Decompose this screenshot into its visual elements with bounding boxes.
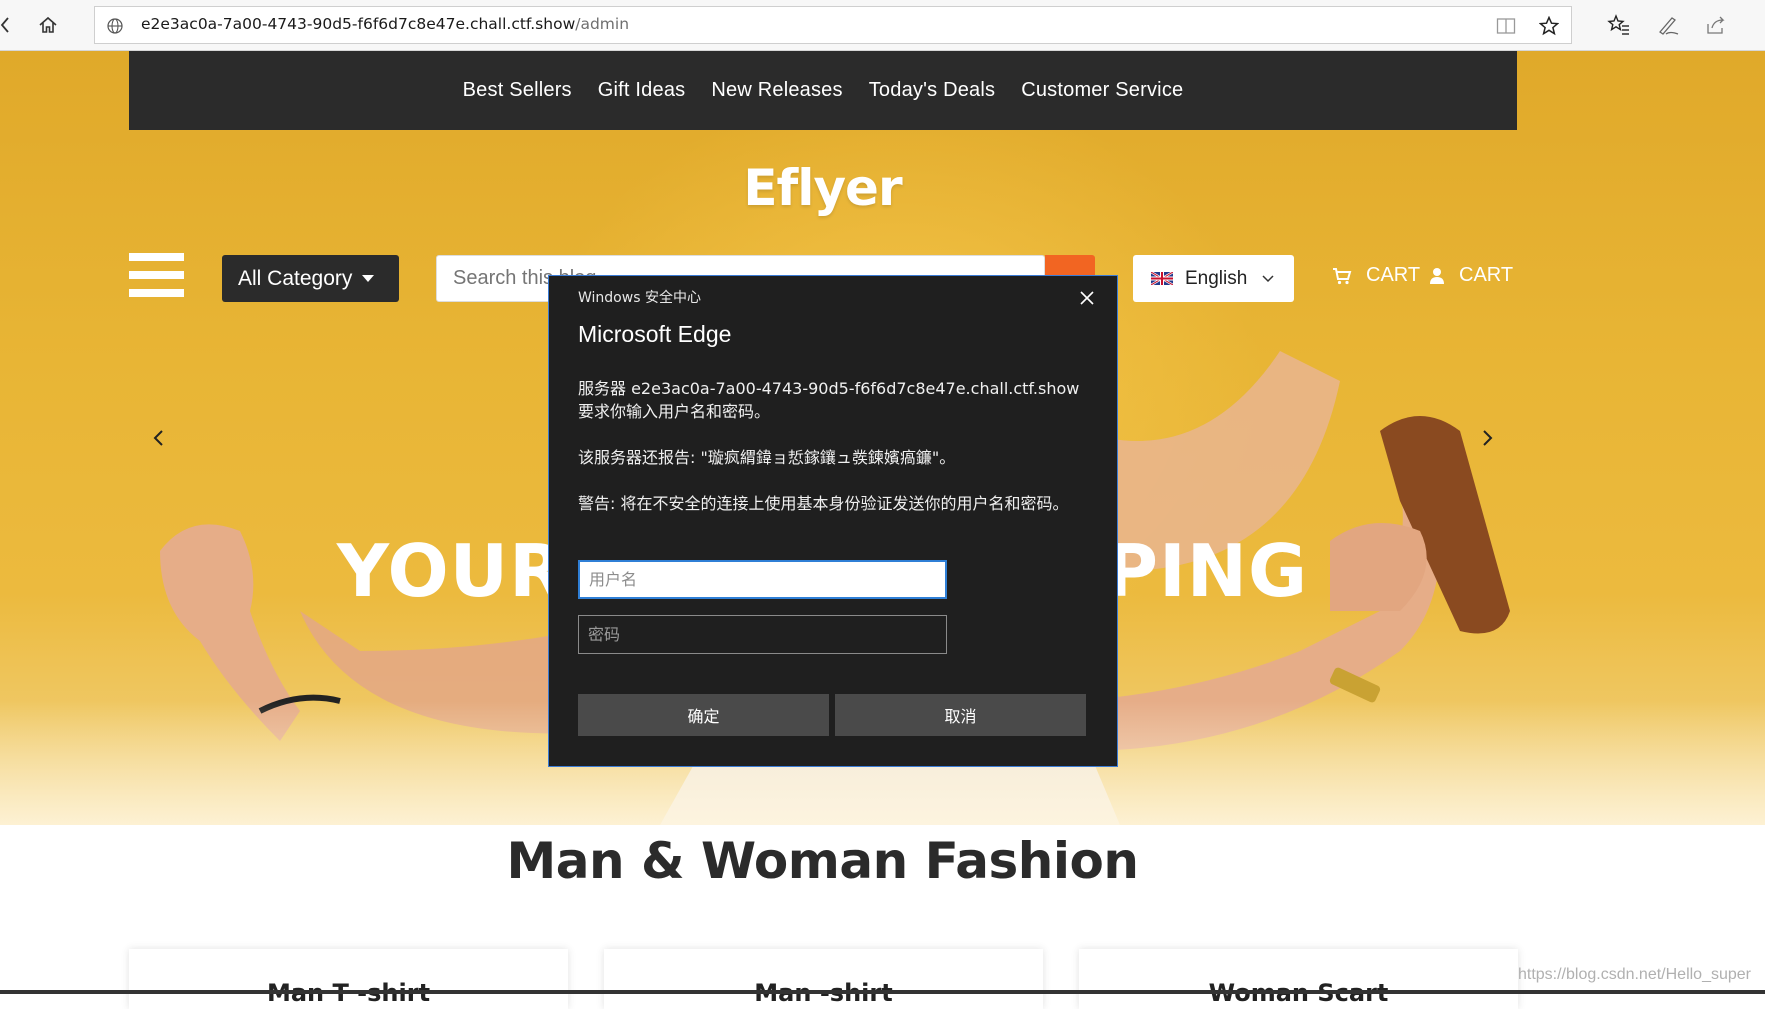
- pen-icon[interactable]: [1655, 12, 1681, 38]
- reading-view-icon[interactable]: [1495, 15, 1517, 37]
- back-icon[interactable]: [0, 13, 10, 37]
- browser-toolbar: e2e3ac0a-7a00-4743-90d5-f6f6d7c8e47e.cha…: [0, 0, 1765, 51]
- language-label: English: [1185, 267, 1248, 289]
- nav-new-releases[interactable]: New Releases: [711, 79, 842, 102]
- close-icon[interactable]: [1075, 286, 1099, 310]
- cart-link[interactable]: CART: [1332, 264, 1420, 287]
- carousel-next-icon[interactable]: [1478, 428, 1498, 448]
- auth-dialog: Windows 安全中心 Microsoft Edge 服务器 e2e3ac0a…: [548, 275, 1118, 767]
- bottom-divider: [0, 990, 1765, 994]
- dialog-app-name: Microsoft Edge: [578, 321, 732, 347]
- favorites-icon[interactable]: [1606, 12, 1632, 38]
- nav-customer-service[interactable]: Customer Service: [1021, 79, 1183, 102]
- dialog-warning: 警告: 将在不安全的连接上使用基本身份验证发送你的用户名和密码。: [578, 494, 1069, 513]
- username-input[interactable]: [578, 560, 947, 599]
- url-path: /admin: [575, 15, 630, 33]
- product-card[interactable]: Man -shirt: [604, 949, 1043, 1009]
- product-card[interactable]: Woman Scart: [1079, 949, 1518, 1009]
- caret-down-icon: [362, 275, 375, 282]
- account-cart-link[interactable]: CART: [1429, 264, 1513, 287]
- top-navigation: Best Sellers Gift Ideas New Releases Tod…: [129, 51, 1517, 130]
- cancel-button[interactable]: 取消: [835, 694, 1086, 736]
- product-card[interactable]: Man T -shirt: [129, 949, 568, 1009]
- all-category-dropdown[interactable]: All Category: [222, 255, 399, 302]
- nav-todays-deals[interactable]: Today's Deals: [869, 79, 995, 102]
- share-icon[interactable]: [1704, 12, 1730, 38]
- dialog-server-report: 该服务器还报告: "璇疯緭鍏ョ悊鎵鑲ュ彂鍊嬪瘑鐮"。: [578, 448, 956, 467]
- url-text[interactable]: e2e3ac0a-7a00-4743-90d5-f6f6d7c8e47e.cha…: [141, 15, 629, 33]
- url-host: e2e3ac0a-7a00-4743-90d5-f6f6d7c8e47e.cha…: [141, 15, 576, 33]
- brand-logo[interactable]: Eflyer: [0, 159, 1645, 217]
- cart-label-secondary: CART: [1459, 264, 1514, 286]
- cart-label: CART: [1366, 264, 1421, 286]
- uk-flag-icon: [1151, 272, 1173, 285]
- home-icon[interactable]: [36, 13, 60, 37]
- user-icon: [1429, 267, 1445, 285]
- ok-button[interactable]: 确定: [578, 694, 829, 736]
- carousel-prev-icon[interactable]: [148, 428, 168, 448]
- language-selector[interactable]: English: [1133, 255, 1294, 302]
- nav-gift-ideas[interactable]: Gift Ideas: [598, 79, 686, 102]
- dialog-header: Windows 安全中心: [578, 290, 701, 306]
- globe-icon: [105, 16, 125, 36]
- dialog-server-message: 服务器 e2e3ac0a-7a00-4743-90d5-f6f6d7c8e47e…: [578, 379, 1080, 421]
- address-bar[interactable]: e2e3ac0a-7a00-4743-90d5-f6f6d7c8e47e.cha…: [94, 6, 1572, 44]
- chevron-down-icon: [1261, 272, 1275, 286]
- category-label: All Category: [238, 266, 353, 290]
- section-title: Man & Woman Fashion: [506, 832, 1139, 890]
- favorite-star-icon[interactable]: [1537, 14, 1561, 38]
- watermark-text: https://blog.csdn.net/Hello_super: [1517, 966, 1751, 983]
- cart-icon: [1332, 267, 1352, 285]
- nav-best-sellers[interactable]: Best Sellers: [463, 79, 572, 102]
- password-input[interactable]: [578, 615, 947, 654]
- hamburger-menu-icon[interactable]: [129, 253, 184, 301]
